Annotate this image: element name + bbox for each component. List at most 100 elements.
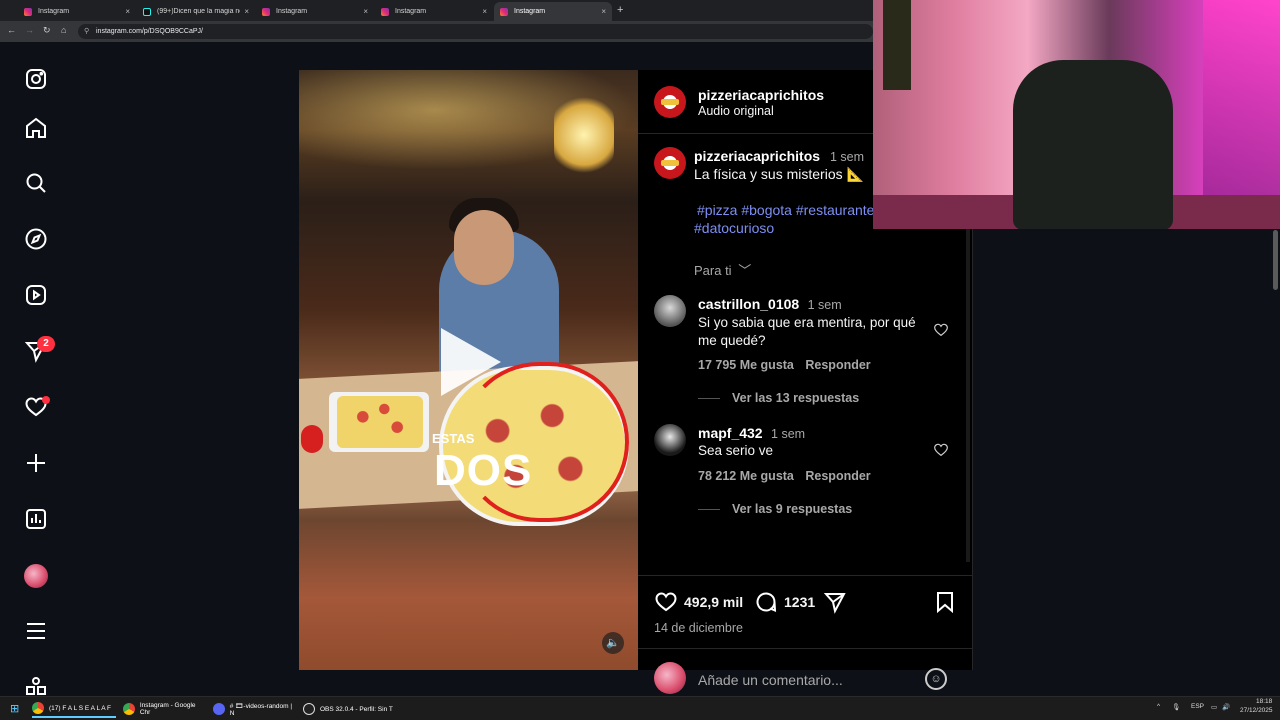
comment-sort[interactable]: Para ti ﹀ bbox=[694, 260, 751, 279]
comment-input[interactable]: Añade un comentario... bbox=[698, 672, 843, 688]
like-comment-icon[interactable] bbox=[933, 322, 949, 343]
share-icon[interactable] bbox=[823, 590, 847, 619]
comment-header: mapf_432 1 sem bbox=[698, 425, 805, 443]
caption-username[interactable]: pizzeriacaprichitos bbox=[694, 148, 820, 164]
instagram-icon bbox=[381, 7, 389, 16]
close-tab-icon[interactable]: × bbox=[601, 7, 606, 16]
explore-icon[interactable] bbox=[24, 227, 48, 251]
caption-hashtags[interactable]: #datocurioso bbox=[694, 220, 774, 236]
volume-icon[interactable]: 🔈 bbox=[602, 632, 624, 654]
comment-likes[interactable]: 17 795 Me gusta bbox=[698, 358, 794, 372]
browser-tab-active[interactable]: Instagram × bbox=[494, 2, 612, 21]
video-person-head bbox=[454, 210, 514, 285]
likes-count[interactable]: 492,9 mil bbox=[684, 594, 743, 610]
home-icon[interactable]: ⌂ bbox=[61, 25, 66, 35]
taskbar-obs-window[interactable]: OBS 32.0.4 - Perfil: Sin T bbox=[303, 700, 393, 718]
comment-likes[interactable]: 78 212 Me gusta bbox=[698, 469, 794, 483]
close-tab-icon[interactable]: × bbox=[482, 7, 487, 16]
browser-tab[interactable]: Instagram × bbox=[18, 2, 136, 21]
taskbar-chrome-window[interactable]: (17) F A L S E A L A F bbox=[32, 700, 116, 718]
comment-username[interactable]: castrillon_0108 bbox=[698, 296, 799, 312]
comment-actions: 17 795 Me gusta Responder bbox=[698, 358, 871, 372]
comment-sort-label: Para ti bbox=[694, 263, 732, 278]
menu-icon[interactable] bbox=[24, 619, 48, 643]
comment-avatar[interactable] bbox=[654, 424, 686, 456]
language-indicator[interactable]: ESP bbox=[1191, 703, 1204, 710]
comments-count[interactable]: 1231 bbox=[784, 594, 815, 610]
network-icon[interactable]: ▭ bbox=[1211, 703, 1217, 711]
page-scrollbar[interactable] bbox=[1273, 230, 1278, 290]
caption-text: La física y sus misterios 📐 bbox=[694, 166, 864, 182]
back-icon[interactable]: ← bbox=[7, 25, 16, 35]
webcam-gaming-chair bbox=[1013, 60, 1173, 229]
instagram-icon bbox=[262, 7, 270, 16]
comments-scrollbar[interactable] bbox=[966, 222, 970, 562]
clock-time[interactable]: 18:18 bbox=[1256, 698, 1272, 705]
url-bar[interactable]: ⚲ instagram.com/p/DSQOB9CCaPJ/ bbox=[78, 24, 873, 39]
home-icon[interactable] bbox=[24, 116, 48, 140]
comment-avatar[interactable] bbox=[654, 295, 686, 327]
reply-button[interactable]: Responder bbox=[805, 469, 870, 483]
like-icon[interactable] bbox=[654, 590, 678, 619]
webcam-poster bbox=[883, 0, 911, 90]
save-icon[interactable] bbox=[933, 590, 957, 619]
tray-chevron-icon[interactable]: ^ bbox=[1157, 703, 1160, 710]
browser-tab[interactable]: Instagram × bbox=[375, 2, 493, 21]
tab-title: Instagram bbox=[395, 8, 427, 15]
replies-line bbox=[698, 509, 720, 510]
close-tab-icon[interactable]: × bbox=[125, 7, 130, 16]
taskbar-item-label: # 🎞-videos-random | N bbox=[229, 702, 293, 717]
video-caption-big: DOS bbox=[434, 446, 533, 495]
tiktok-icon bbox=[143, 7, 151, 16]
view-replies-button[interactable]: Ver las 13 respuestas bbox=[732, 391, 859, 405]
audio-label[interactable]: Audio original bbox=[698, 104, 774, 118]
reply-button[interactable]: Responder bbox=[805, 358, 870, 372]
volume-tray-icon[interactable]: 🔊 bbox=[1222, 703, 1230, 711]
video-caption-small: ESTAS bbox=[432, 431, 475, 446]
post-date: 14 de diciembre bbox=[654, 621, 743, 635]
microphone-icon[interactable]: 🎙 bbox=[1172, 703, 1180, 711]
browser-tab[interactable]: Instagram × bbox=[256, 2, 374, 21]
notifications-badge: 2 bbox=[37, 336, 55, 352]
profile-avatar[interactable] bbox=[24, 564, 48, 588]
instagram-icon bbox=[24, 7, 32, 16]
instagram-logo-icon[interactable] bbox=[24, 67, 48, 91]
windows-start-icon[interactable]: ⊞ bbox=[10, 702, 19, 715]
create-icon[interactable] bbox=[24, 451, 48, 475]
chevron-down-icon: ﹀ bbox=[738, 263, 752, 278]
comment-icon[interactable] bbox=[754, 590, 778, 619]
caption-avatar[interactable] bbox=[654, 147, 686, 179]
reels-icon[interactable] bbox=[24, 283, 48, 307]
caption-hashtags[interactable]: #pizza #bogota #restaurante bbox=[697, 202, 874, 218]
clock-date[interactable]: 27/12/2025 bbox=[1240, 707, 1273, 714]
webcam-overlay bbox=[873, 0, 1280, 229]
windows-taskbar: ⊞ (17) F A L S E A L A F Instagram - Goo… bbox=[0, 696, 1280, 720]
video-pizza-small bbox=[337, 396, 423, 448]
comment-username[interactable]: mapf_432 bbox=[698, 425, 763, 441]
comment-time: 1 sem bbox=[807, 298, 842, 312]
search-icon[interactable] bbox=[24, 171, 48, 195]
taskbar-item-label: (17) F A L S E A L A F bbox=[49, 704, 112, 712]
like-comment-icon[interactable] bbox=[933, 442, 949, 463]
site-info-icon[interactable]: ⚲ bbox=[84, 24, 89, 39]
taskbar-item-label: Instagram - Google Chr bbox=[139, 702, 196, 716]
reel-video[interactable]: ESTAS DOS 🔈 bbox=[299, 70, 638, 670]
dashboard-icon[interactable] bbox=[24, 507, 48, 531]
tab-title: Instagram bbox=[514, 8, 546, 15]
taskbar-discord-window[interactable]: # 🎞-videos-random | N bbox=[213, 700, 297, 718]
taskbar-chrome-window[interactable]: Instagram - Google Chr bbox=[123, 700, 207, 718]
author-avatar[interactable] bbox=[654, 86, 686, 118]
actions-divider bbox=[638, 575, 973, 576]
discord-icon bbox=[213, 703, 225, 715]
emoji-icon[interactable]: ☺ bbox=[925, 668, 947, 690]
forward-icon[interactable]: → bbox=[25, 25, 34, 35]
play-icon[interactable] bbox=[441, 328, 501, 396]
new-tab-button[interactable]: + bbox=[617, 4, 623, 16]
author-username[interactable]: pizzeriacaprichitos bbox=[698, 87, 824, 103]
browser-tab[interactable]: (99+)Dicen que la magia no ex × bbox=[137, 2, 255, 21]
close-tab-icon[interactable]: × bbox=[244, 7, 249, 16]
view-replies-button[interactable]: Ver las 9 respuestas bbox=[732, 502, 852, 516]
comment-header: castrillon_0108 1 sem bbox=[698, 296, 842, 314]
reload-icon[interactable]: ↻ bbox=[43, 25, 51, 36]
close-tab-icon[interactable]: × bbox=[363, 7, 368, 16]
